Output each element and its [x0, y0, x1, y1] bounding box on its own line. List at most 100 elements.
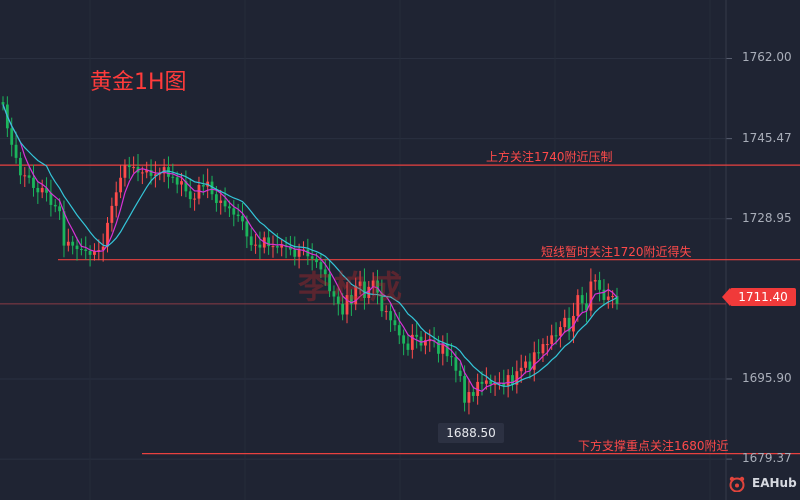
candle-body	[193, 198, 197, 200]
candle-body	[254, 244, 257, 246]
candle-body	[180, 181, 183, 185]
candle-body	[214, 194, 218, 203]
current-price-badge: 1711.40	[730, 288, 796, 306]
y-tick-label: 1695.90	[742, 370, 792, 385]
candle-body	[550, 335, 554, 345]
y-tick-label: 1728.95	[742, 210, 792, 225]
candle-body	[458, 370, 462, 377]
candle-body	[580, 295, 584, 304]
candle-body	[576, 295, 580, 316]
watermark: 李柏成	[298, 268, 407, 306]
candle-body	[114, 192, 118, 206]
candle-body	[127, 165, 131, 168]
current-price-arrow	[722, 288, 730, 306]
candle-body	[406, 343, 410, 350]
candle-body	[84, 249, 88, 251]
candle-body	[27, 175, 31, 178]
candle-body	[445, 343, 449, 357]
candle-body	[62, 211, 66, 246]
candle-body	[40, 187, 44, 193]
y-tick-label: 1762.00	[742, 50, 792, 65]
candle-body	[249, 236, 253, 246]
eahub-logo-icon	[729, 476, 745, 492]
candle-body	[32, 177, 35, 188]
candle-body	[589, 281, 593, 311]
candle-body	[188, 191, 192, 200]
candle-body	[53, 204, 57, 207]
candle-body	[10, 128, 14, 145]
candle-body	[615, 296, 619, 304]
level-annotation-resistance: 上方关注1740附近压制	[486, 150, 613, 165]
candle-body	[389, 311, 392, 321]
candle-body	[554, 335, 558, 337]
candle-body	[471, 392, 475, 396]
candle-body	[397, 325, 401, 336]
level-annotation-pivot: 短线暂时关注1720附近得失	[541, 244, 692, 259]
candle-body	[110, 205, 114, 223]
candle-body	[545, 344, 549, 346]
candle-body	[75, 245, 79, 250]
candle-body	[402, 335, 406, 344]
candle-body	[293, 249, 297, 257]
candle-body	[228, 206, 231, 209]
candle-body	[598, 280, 601, 290]
candle-body	[223, 200, 227, 207]
candle-body	[175, 177, 179, 185]
candle-body	[271, 246, 275, 248]
candle-body	[201, 185, 205, 187]
candle-body	[1, 102, 5, 105]
chart-stage: 黄金1H图 李柏成 上方关注1740附近压制 短线暂时关注1720附近得失 下方…	[0, 0, 800, 500]
candle-body	[454, 357, 458, 371]
candle-body	[532, 352, 536, 370]
candle-body	[463, 376, 466, 403]
candle-body	[393, 320, 397, 326]
candle-body	[558, 327, 562, 336]
candle-body	[467, 392, 471, 403]
candle-body	[384, 311, 388, 313]
candle-body	[232, 208, 236, 215]
candle-body	[171, 176, 175, 178]
eahub-logo-text: EAHub	[752, 476, 797, 490]
candle-body	[14, 144, 18, 158]
candle-body	[36, 187, 40, 193]
candle-body	[58, 206, 62, 212]
candle-body	[484, 380, 488, 384]
candle-body	[450, 356, 453, 358]
candle-body	[241, 216, 244, 222]
candle-body	[140, 172, 144, 174]
candle-body	[88, 250, 92, 255]
level-annotation-support: 下方支撑重点关注1680附近	[578, 438, 729, 453]
candle-body	[606, 296, 610, 300]
candle-body	[132, 167, 136, 169]
candle-body	[79, 249, 83, 251]
candle-body	[415, 334, 419, 337]
candle-body	[511, 375, 514, 385]
candle-body	[541, 344, 545, 354]
candle-body	[275, 246, 279, 248]
y-tick-label: 1745.47	[742, 130, 792, 145]
candle-body	[519, 367, 523, 372]
candle-body	[310, 256, 314, 259]
candle-body	[480, 381, 484, 384]
candle-body	[563, 317, 567, 328]
candle-body	[123, 165, 127, 178]
candle-body	[71, 241, 75, 246]
candle-body	[593, 280, 597, 282]
candle-body	[236, 214, 240, 217]
candle-body	[219, 200, 223, 203]
chart-title: 黄金1H图	[90, 70, 187, 95]
candle-body	[258, 244, 262, 248]
candle-body	[23, 175, 27, 177]
candle-body	[66, 241, 70, 246]
candle-body	[611, 296, 615, 298]
candle-body	[506, 375, 510, 386]
candle-body	[537, 352, 541, 354]
candle-body	[93, 251, 96, 255]
candle-body	[524, 361, 527, 368]
low-price-badge: 1688.50	[438, 423, 504, 443]
candle-body	[245, 221, 249, 237]
candle-body	[19, 157, 22, 176]
y-tick-label: 1679.37	[742, 451, 792, 466]
candle-body	[119, 177, 122, 193]
candle-body	[297, 249, 301, 257]
